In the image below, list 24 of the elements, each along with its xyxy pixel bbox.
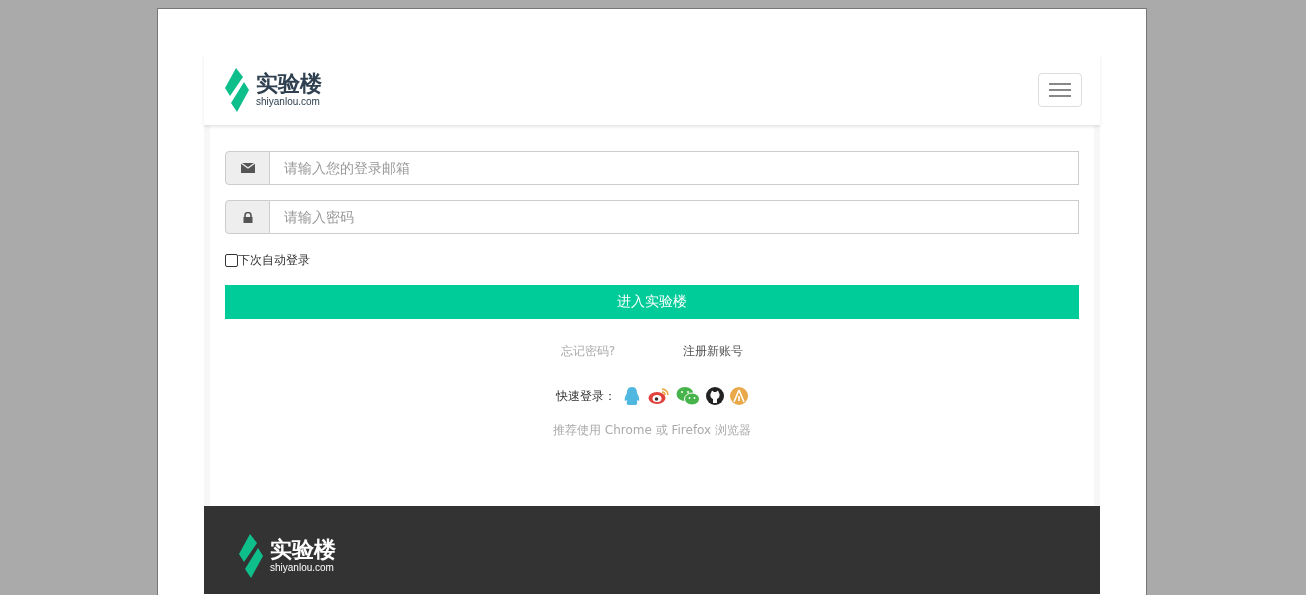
- footer-logo[interactable]: 实验楼 shiyanlou.com: [238, 534, 1066, 578]
- logo-domain: shiyanlou.com: [270, 562, 335, 574]
- envelope-icon: [240, 163, 255, 173]
- password-field[interactable]: 请输入密码: [270, 200, 1079, 234]
- person-logo-icon[interactable]: [730, 387, 748, 405]
- site-logo[interactable]: 实验楼 shiyanlou.com: [224, 68, 322, 112]
- logo-name: 实验楼: [270, 538, 336, 562]
- logo-name: 实验楼: [256, 72, 322, 96]
- link[interactable]: 注册新账号: [683, 343, 744, 360]
- email-field[interactable]: 请输入您的登录邮箱: [270, 151, 1079, 185]
- remember-checkbox[interactable]: [225, 253, 238, 267]
- logo-domain: shiyanlou.com: [256, 96, 321, 108]
- menu-button[interactable]: [1038, 73, 1082, 107]
- penguin-icon[interactable]: [622, 386, 642, 406]
- leaf-logo-icon: [238, 534, 264, 578]
- octocat-icon[interactable]: [706, 387, 724, 405]
- menu-icon: [1049, 83, 1071, 97]
- leaf-logo-icon: [224, 68, 250, 112]
- lock-icon: [242, 211, 253, 223]
- quick-login-label: 快速登录：: [556, 387, 616, 405]
- browser-note: 推荐使用 Chrome 或 Firefox 浏览器: [551, 422, 752, 439]
- weibo-icon[interactable]: [648, 387, 670, 405]
- chat-bubbles-icon[interactable]: [676, 386, 700, 406]
- remember-label: 下次自动登录: [238, 251, 310, 269]
